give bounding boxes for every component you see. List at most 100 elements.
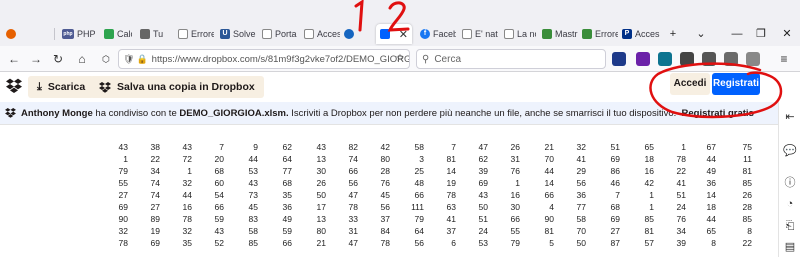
table-cell: 54 — [214, 190, 224, 200]
table-cell: 80 — [380, 154, 390, 164]
tab-label: Porta — [275, 29, 297, 39]
tab-php[interactable]: php PHP — [58, 24, 98, 44]
table-cell: 14 — [544, 178, 554, 188]
table-cell: 73 — [248, 190, 258, 200]
table-cell: 63 — [446, 202, 456, 212]
table-cell: 111 — [411, 202, 424, 212]
search-bar[interactable]: ⚲ Cerca — [416, 49, 606, 69]
minimize-button[interactable]: — — [726, 24, 748, 44]
collapse-arrow-icon[interactable]: ⇤ — [779, 110, 800, 123]
app-icon — [344, 29, 354, 39]
activity-icon[interactable]: ◔ — [779, 198, 800, 210]
tab-label: E' nat — [475, 29, 498, 39]
library-icon[interactable] — [702, 52, 716, 66]
table-cell: 55 — [118, 178, 128, 188]
table-cell: 66 — [544, 190, 554, 200]
tab-errore-2[interactable]: Errore — [578, 24, 618, 44]
table-cell: 47 — [478, 142, 488, 152]
table-cell: 36 — [706, 178, 716, 188]
table-cell: 86 — [610, 166, 620, 176]
extension-icon[interactable] — [636, 52, 650, 66]
search-placeholder: Cerca — [434, 53, 462, 65]
new-tab-button[interactable]: + — [662, 24, 684, 44]
account-icon[interactable] — [746, 52, 760, 66]
back-button[interactable]: ← — [4, 49, 24, 69]
close-window-button[interactable]: ✕ — [776, 24, 798, 44]
table-cell: 56 — [348, 178, 358, 188]
table-cell: 81 — [742, 166, 752, 176]
table-cell: 27 — [610, 226, 620, 236]
page-icon — [504, 29, 514, 39]
table-cell: 64 — [282, 154, 292, 164]
menu-icon[interactable]: ≡ — [774, 49, 794, 69]
tab-acces-1[interactable]: Acces — [300, 24, 340, 44]
table-cell: 32 — [182, 226, 192, 236]
tab-calc[interactable]: Calc — [100, 24, 132, 44]
table-cell: 18 — [644, 154, 654, 164]
tab-la-no[interactable]: La no — [500, 24, 536, 44]
forward-button[interactable]: → — [26, 49, 46, 69]
pocket-icon[interactable] — [612, 52, 626, 66]
list-tabs-button[interactable]: ⌄ — [690, 24, 712, 44]
tab-label: Facebo — [433, 29, 456, 39]
bookmark-star-icon[interactable]: ☆ — [390, 49, 410, 69]
extension-icon[interactable] — [658, 52, 672, 66]
file-icon[interactable]: ▤ — [779, 240, 800, 253]
download-button[interactable]: ⤓ Scarica — [28, 76, 95, 98]
table-cell: 65 — [644, 142, 654, 152]
register-button[interactable]: Registrati — [712, 73, 760, 95]
table-cell: 47 — [348, 238, 358, 248]
table-cell: 70 — [544, 154, 554, 164]
table-cell: 78 — [676, 154, 686, 164]
table-cell: 1 — [515, 178, 520, 188]
ublock-button[interactable]: ⬡ — [96, 49, 116, 69]
table-row: 55 74 32 60 43 68 26 56 76 48 19 69 1 14 56 46 42 41 36 85 — [0, 177, 778, 189]
address-bar[interactable]: 🛡 🔒 https://www.dropbox.com/s/81m9f3g2vk… — [118, 49, 410, 69]
table-cell: 81 — [644, 226, 654, 236]
sidebar-icon[interactable] — [724, 52, 738, 66]
table-cell: 85 — [742, 178, 752, 188]
login-button[interactable]: Accedi — [670, 73, 710, 95]
tab-dropbox-active[interactable]: ✕ — [376, 24, 412, 44]
home-button[interactable]: ⌂ — [72, 49, 92, 69]
reload-button[interactable]: ↻ — [48, 49, 68, 69]
tab-facebook[interactable]: f Facebo — [416, 24, 456, 44]
table-cell: 19 — [446, 178, 456, 188]
table-cell: 19 — [150, 226, 160, 236]
table-cell: 43 — [316, 142, 326, 152]
share-icon[interactable]: ⎗ — [779, 220, 800, 233]
tab-errore[interactable]: Errore — [174, 24, 214, 44]
extension-icon[interactable] — [680, 52, 694, 66]
save-copy-button[interactable]: Salva una copia in Dropbox — [90, 76, 264, 98]
table-cell: 43 — [478, 190, 488, 200]
tab-solve[interactable]: U Solve — [216, 24, 256, 44]
comment-icon[interactable]: 💬 — [779, 144, 800, 157]
tab-firefox-view[interactable] — [2, 24, 46, 44]
table-cell: 50 — [316, 190, 326, 200]
table-cell: 58 — [248, 226, 258, 236]
facebook-icon: f — [420, 29, 430, 39]
tab-e-nat[interactable]: E' nat — [458, 24, 498, 44]
search-icon: ⚲ — [422, 53, 430, 65]
sidebar-top — [778, 72, 800, 102]
maximize-button[interactable]: ❐ — [750, 24, 772, 44]
browser-window: php PHP Calc Tu Errore U Solve Porta Acc… — [0, 0, 800, 257]
table-cell: 58 — [414, 142, 424, 152]
close-tab-icon[interactable]: ✕ — [399, 28, 408, 41]
table-row: 43 38 43 7 9 62 43 82 42 58 7 47 26 21 32 51 65 1 67 75 — [0, 141, 778, 153]
register-free-link[interactable]: Registrati gratis — [682, 108, 754, 119]
info-icon[interactable]: ⓘ — [779, 174, 800, 190]
table-cell: 48 — [414, 178, 424, 188]
table-cell: 57 — [644, 238, 654, 248]
table-cell: 66 — [348, 166, 358, 176]
table-cell: 50 — [576, 238, 586, 248]
table-cell: 56 — [414, 238, 424, 248]
table-cell: 72 — [182, 154, 192, 164]
tab-porta[interactable]: Porta — [258, 24, 298, 44]
tab-tu[interactable]: Tu — [136, 24, 168, 44]
table-cell: 90 — [118, 214, 128, 224]
tab-acces-2[interactable]: P Acces — [618, 24, 662, 44]
dropbox-logo-icon[interactable] — [6, 78, 22, 94]
tab-app[interactable] — [340, 24, 374, 44]
tab-mastr[interactable]: Mastr — [538, 24, 578, 44]
